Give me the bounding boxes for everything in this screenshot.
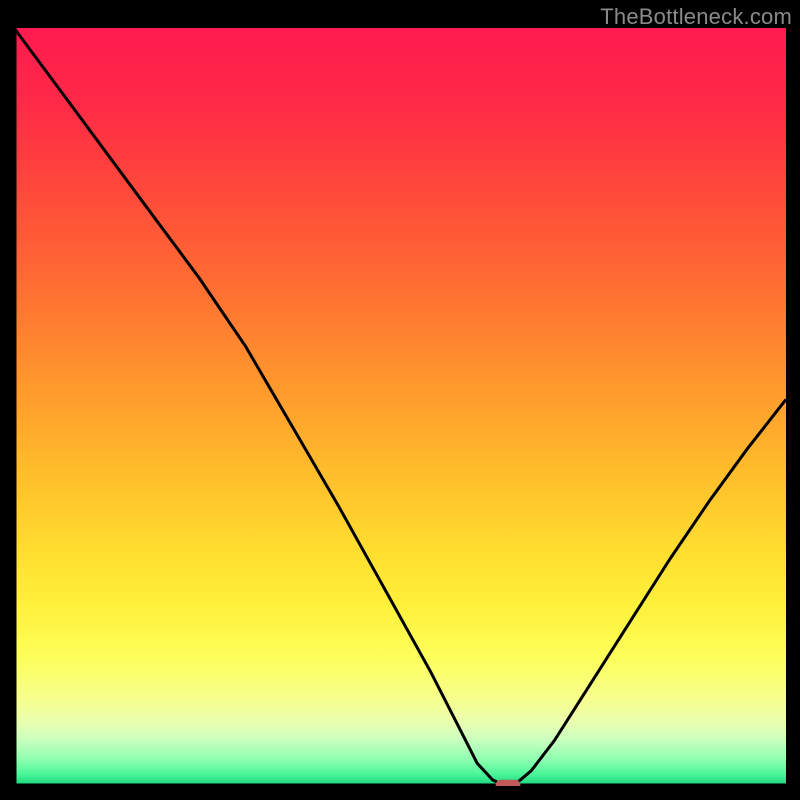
gradient-background [14,28,786,786]
plot-svg [14,28,786,786]
plot-frame [14,28,786,786]
chart-container: TheBottleneck.com [0,0,800,800]
watermark-text: TheBottleneck.com [600,4,792,30]
optimum-marker [496,780,521,786]
